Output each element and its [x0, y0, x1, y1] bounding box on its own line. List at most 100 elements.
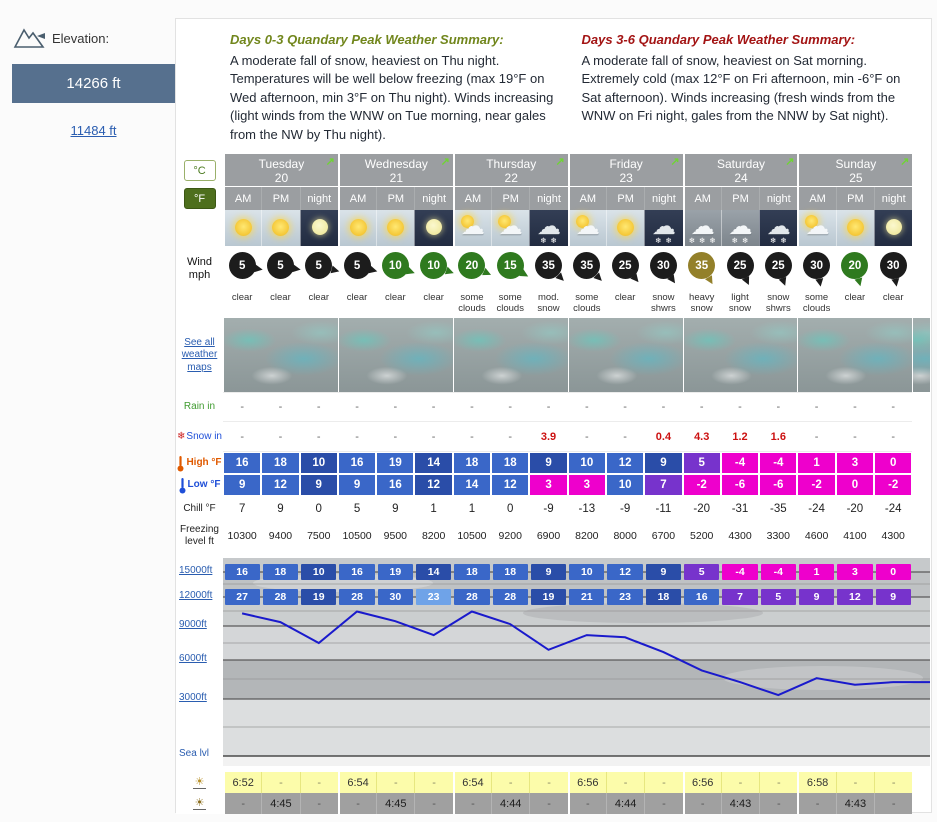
weather-map-thumbnail-friday[interactable] [567, 318, 683, 393]
expand-day-icon[interactable]: ↗ [900, 155, 909, 168]
freezing-level-cell: 9200 [491, 522, 530, 551]
high-temp-cell: 19 [376, 452, 415, 475]
elevation-chart-row: 15000ft 12000ft 9000ft 6000ft 3000ft Sea… [176, 558, 931, 767]
high-temp-cell: 18 [491, 452, 530, 475]
summary-days-0-3-title: Days 0-3 Quandary Peak Weather Summary: [230, 32, 504, 47]
freezing-level-row: Freezing level ft 10300 9400 7500 10500 9500… [176, 522, 931, 551]
high-temp-cell: -4 [759, 452, 798, 475]
time-header-am: AM [337, 187, 377, 211]
snow-cell: - [223, 422, 262, 453]
sunset-label-cell: ☀ [176, 793, 223, 815]
low-temp-cell: -6 [759, 474, 798, 497]
temps-at-12000ft-row: 27 28 19 28 30 23 28 28 19 21 23 18 16 7 5 9 12 9 [223, 589, 913, 606]
rain-cell: - [874, 392, 913, 423]
expand-day-icon[interactable]: ↗ [326, 155, 335, 168]
chill-cell: -24 [797, 496, 836, 523]
condition-cell: snow shwrs [759, 292, 798, 319]
day-date: 24 [734, 171, 748, 186]
freezing-level-cell: 4600 [797, 522, 836, 551]
summit-elevation-button[interactable]: 14266 ft [12, 64, 175, 103]
temp-15000ft-cell: 12 [607, 564, 643, 581]
weather-map-thumbnail-tuesday[interactable] [223, 318, 338, 393]
weather-map-thumbnail-thursday[interactable] [452, 318, 568, 393]
forecast-panel: Days 0-3 Quandary Peak Weather Summary: … [175, 18, 932, 815]
sunrise-time-cell: 6:56 [567, 772, 606, 794]
expand-day-icon[interactable]: ↗ [441, 155, 450, 168]
snow-row: ❄ Snow in - - - - - - - -3.9- -0.4 4.3 1.2 1.6- - - [176, 422, 931, 453]
elevation-label-sea-level: Sea lvl [179, 748, 210, 760]
chill-cell: 1 [452, 496, 492, 523]
freezing-level-cell: 6900 [529, 522, 568, 551]
freezing-level-cell: 8200 [414, 522, 453, 551]
sunrise-time-cell: 6:52 [223, 772, 262, 794]
day-header-saturday[interactable]: Saturday 24 ↗ [682, 154, 798, 188]
rain-cell: - [491, 392, 530, 423]
wind-direction-arrow-icon [778, 276, 790, 287]
elevation-label-3000[interactable]: 3000ft [179, 692, 207, 703]
freezing-level-chart: 16 18 10 16 19 14 18 18 9 10 12 9 5 -4 -4 1 3 0 27 28 19 28 3… [223, 558, 930, 767]
temp-12000ft-cell: 5 [760, 589, 796, 606]
temp-15000ft-cell: 16 [339, 564, 375, 581]
snow-cell: - [337, 422, 377, 453]
weather-map-thumbnail-sunday[interactable] [797, 318, 913, 393]
low-temp-cell: -2 [797, 474, 836, 497]
temp-12000ft-cell: 21 [569, 589, 605, 606]
empty-cell: - [529, 793, 568, 815]
weather-map-overflow [912, 318, 931, 393]
condition-cell: clear [376, 292, 415, 319]
freezing-level-cell: 9400 [261, 522, 300, 551]
sunset-time-cell: 4:45 [376, 793, 415, 815]
elevation-label-6000[interactable]: 6000ft [179, 653, 207, 664]
day-header-friday[interactable]: Friday 23 ↗ [567, 154, 683, 188]
weather-map-thumbnail-saturday[interactable] [682, 318, 798, 393]
day-header-wednesday[interactable]: Wednesday 21 ↗ [337, 154, 453, 188]
chill-cell: -9 [605, 496, 645, 523]
weather-cell: ☁ ❄ ❄ [720, 210, 760, 247]
weather-cell: ☁ ❄ ❄ [529, 210, 568, 247]
day-header-tuesday[interactable]: Tuesday 20 ↗ [223, 154, 338, 188]
summary-days-0-3: Days 0-3 Quandary Peak Weather Summary: … [230, 32, 572, 144]
freezing-level-cell: 4300 [874, 522, 913, 551]
elevation-label-9000[interactable]: 9000ft [179, 619, 207, 630]
moon-night-icon [415, 211, 452, 245]
wind-direction-arrow-icon [254, 264, 264, 274]
low-temp-cell: -2 [682, 474, 721, 497]
celsius-toggle-button[interactable]: °C [183, 160, 216, 182]
sun-day-icon [340, 211, 376, 245]
empty-cell: - [261, 772, 300, 794]
expand-day-icon[interactable]: ↗ [555, 155, 564, 168]
snow-night-icon: ☁ ❄ ❄ [537, 213, 562, 246]
temp-12000ft-cell: 30 [377, 589, 413, 606]
rain-row-label: Rain in [176, 392, 223, 423]
wind-speed-badge: 30 [803, 252, 831, 288]
expand-day-icon[interactable]: ↗ [785, 155, 794, 168]
empty-cell: - [835, 772, 875, 794]
day-date: 21 [389, 171, 404, 186]
sunrise-time-cell: 6:56 [682, 772, 721, 794]
expand-day-icon[interactable]: ↗ [670, 155, 679, 168]
high-temp-cell: 0 [874, 452, 913, 475]
fahrenheit-toggle-button[interactable]: °F [183, 188, 216, 210]
time-header-night: night [299, 187, 338, 211]
time-header-pm: PM [261, 187, 300, 211]
snow-cell: - [835, 422, 875, 453]
condition-cell: clear [337, 292, 377, 319]
wind-speed-badge: 30 [649, 252, 679, 286]
mid-elevation-link[interactable]: 11484 ft [12, 123, 175, 138]
condition-cell: clear [605, 292, 645, 319]
wind-speed-badge: 35 [688, 252, 716, 286]
weather-cell: ☁ [491, 210, 530, 247]
elevation-label-12000[interactable]: 12000ft [179, 590, 212, 601]
sunset-time-cell: 4:44 [491, 793, 530, 815]
elevation-label-15000[interactable]: 15000ft [179, 565, 212, 576]
day-header-sunday[interactable]: Sunday 25 ↗ [797, 154, 913, 188]
condition-cell: some clouds [797, 292, 836, 319]
wind-cell: 20 [452, 246, 493, 293]
weather-map-thumbnail-wednesday[interactable] [337, 318, 453, 393]
day-header-thursday[interactable]: Thursday 22 ↗ [452, 154, 568, 188]
sunrise-time-cell: 6:54 [452, 772, 492, 794]
wind-cell: 25 [605, 246, 645, 293]
see-all-weather-maps-link[interactable]: See all weather maps [176, 337, 223, 375]
low-row-label: Low °F [176, 474, 223, 497]
chill-cell: 5 [337, 496, 377, 523]
